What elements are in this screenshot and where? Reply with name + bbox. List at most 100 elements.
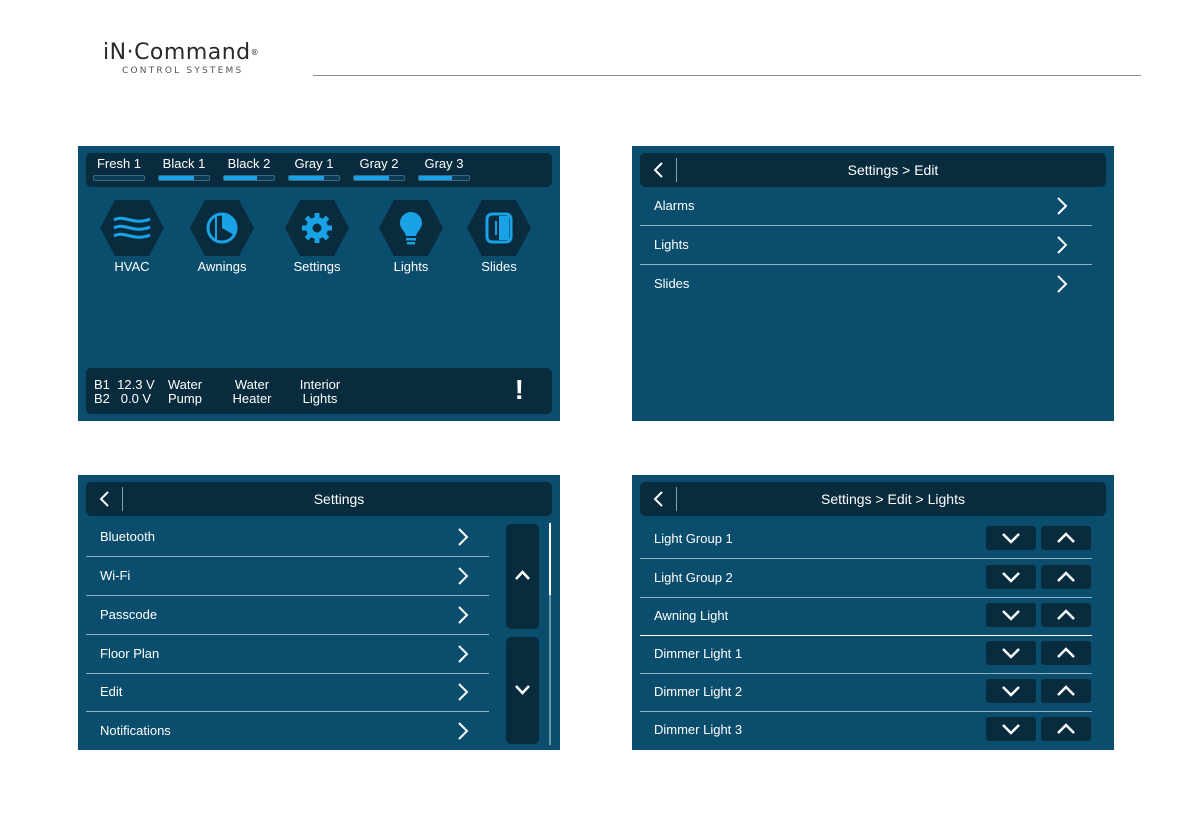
tank-gray-1[interactable]: Gray 1 — [286, 156, 342, 181]
move-down-button[interactable] — [986, 717, 1036, 741]
app-label: Slides — [481, 259, 517, 274]
tank-gray-2[interactable]: Gray 2 — [351, 156, 407, 181]
chevron-right-icon — [458, 645, 469, 663]
tank-fresh-1[interactable]: Fresh 1 — [91, 156, 147, 181]
tank-black-2[interactable]: Black 2 — [221, 156, 277, 181]
list-item-passcode[interactable]: Passcode — [86, 596, 489, 635]
list-item-dimmer-light-1: Dimmer Light 1 — [640, 635, 1092, 674]
move-down-button[interactable] — [986, 603, 1036, 627]
lightbulb-icon — [379, 200, 443, 256]
list-item-wifi[interactable]: Wi-Fi — [86, 557, 489, 596]
divider — [122, 487, 123, 511]
gear-icon — [285, 200, 349, 256]
battery-readout: B1 12.3 V B2 0.0 V — [94, 378, 155, 406]
list-item-light-group-2: Light Group 2 — [640, 559, 1092, 598]
app-hvac[interactable]: HVAC — [92, 199, 172, 274]
scroll-up-button[interactable] — [506, 524, 539, 629]
move-up-button[interactable] — [1041, 679, 1091, 703]
chevron-up-icon — [1057, 685, 1075, 696]
app-settings[interactable]: Settings — [277, 199, 357, 274]
chevron-down-icon — [1002, 572, 1020, 583]
chevron-down-icon — [1002, 724, 1020, 735]
chevron-right-icon — [1057, 275, 1068, 293]
settings-screen: Settings Bluetooth Wi-Fi Passcode Floor … — [78, 475, 560, 750]
water-pump-button[interactable]: Water Pump — [156, 378, 214, 406]
move-down-button[interactable] — [986, 565, 1036, 589]
chevron-up-icon — [1057, 609, 1075, 620]
list-item-floor-plan[interactable]: Floor Plan — [86, 635, 489, 674]
scroll-down-button[interactable] — [506, 637, 539, 744]
move-up-button[interactable] — [1041, 603, 1091, 627]
chevron-up-icon — [1057, 723, 1075, 734]
chevron-down-icon — [1002, 648, 1020, 659]
list-item-alarms[interactable]: Alarms — [640, 187, 1092, 226]
brand-subtitle: CONTROL SYSTEMS — [122, 66, 244, 76]
app-label: Settings — [293, 259, 341, 274]
app-label: HVAC — [114, 259, 150, 274]
tank-level-fill — [289, 176, 324, 180]
chevron-up-icon — [1057, 647, 1075, 658]
list-item-dimmer-light-3: Dimmer Light 3 — [640, 711, 1092, 749]
chevron-up-icon — [515, 570, 530, 580]
back-icon[interactable] — [96, 490, 114, 508]
app-label: Awnings — [197, 259, 247, 274]
chevron-right-icon — [458, 528, 469, 546]
battery-b1: B1 12.3 V — [94, 377, 155, 392]
list-item-light-group-1: Light Group 1 — [640, 520, 1092, 559]
list-item-slides[interactable]: Slides — [640, 265, 1092, 303]
tank-black-1[interactable]: Black 1 — [156, 156, 212, 181]
divider — [676, 158, 677, 182]
divider — [676, 487, 677, 511]
list-item-bluetooth[interactable]: Bluetooth — [86, 518, 489, 557]
brand-name: iN·Command — [103, 40, 251, 65]
chevron-right-icon — [458, 683, 469, 701]
tank-levels-bar: Fresh 1 Black 1 Black 2 Gray 1 Gray 2 Gr… — [86, 153, 552, 187]
awning-icon — [190, 200, 254, 256]
list-item-lights[interactable]: Lights — [640, 226, 1092, 265]
title-bar: Settings > Edit — [640, 153, 1106, 187]
title-bar: Settings > Edit > Lights — [640, 482, 1106, 516]
brand-logo: iN·Command® CONTROL SYSTEMS — [103, 40, 303, 80]
chevron-down-icon — [1002, 686, 1020, 697]
chevron-down-icon — [1002, 610, 1020, 621]
tank-level-fill — [419, 176, 452, 180]
move-down-button[interactable] — [986, 641, 1036, 665]
chevron-right-icon — [458, 722, 469, 740]
tank-gray-3[interactable]: Gray 3 — [416, 156, 472, 181]
move-down-button[interactable] — [986, 526, 1036, 550]
list-item-notifications[interactable]: Notifications — [86, 712, 489, 750]
hvac-icon — [100, 200, 164, 256]
chevron-down-icon — [515, 685, 530, 695]
title-bar: Settings — [86, 482, 552, 516]
chevron-right-icon — [1057, 197, 1068, 215]
brand-registered: ® — [250, 48, 260, 57]
move-down-button[interactable] — [986, 679, 1036, 703]
app-slides[interactable]: Slides — [459, 199, 539, 274]
move-up-button[interactable] — [1041, 565, 1091, 589]
page-title: Settings — [313, 491, 365, 507]
home-screen: Fresh 1 Black 1 Black 2 Gray 1 Gray 2 Gr… — [78, 146, 560, 421]
settings-edit-lights-screen: Settings > Edit > Lights Light Group 1 L… — [632, 475, 1114, 750]
app-lights[interactable]: Lights — [371, 199, 451, 274]
back-icon[interactable] — [650, 490, 668, 508]
settings-edit-screen: Settings > Edit Alarms Lights Slides — [632, 146, 1114, 421]
move-up-button[interactable] — [1041, 641, 1091, 665]
chevron-right-icon — [458, 606, 469, 624]
app-label: Lights — [393, 259, 429, 274]
chevron-right-icon — [1057, 236, 1068, 254]
app-awnings[interactable]: Awnings — [182, 199, 262, 274]
move-up-button[interactable] — [1041, 717, 1091, 741]
move-up-button[interactable] — [1041, 526, 1091, 550]
page-title: Settings > Edit > Lights — [821, 491, 965, 507]
list-item-awning-light: Awning Light — [640, 597, 1092, 636]
chevron-down-icon — [1002, 533, 1020, 544]
water-heater-button[interactable]: Water Heater — [224, 378, 280, 406]
battery-b2: B2 0.0 V — [94, 391, 152, 406]
back-icon[interactable] — [650, 161, 668, 179]
list-item-dimmer-light-2: Dimmer Light 2 — [640, 673, 1092, 712]
list-item-edit[interactable]: Edit — [86, 673, 489, 712]
scrollbar-thumb[interactable] — [549, 523, 551, 595]
alert-icon[interactable]: ! — [515, 374, 524, 406]
interior-lights-button[interactable]: Interior Lights — [288, 378, 352, 406]
page-title: Settings > Edit — [847, 162, 939, 178]
